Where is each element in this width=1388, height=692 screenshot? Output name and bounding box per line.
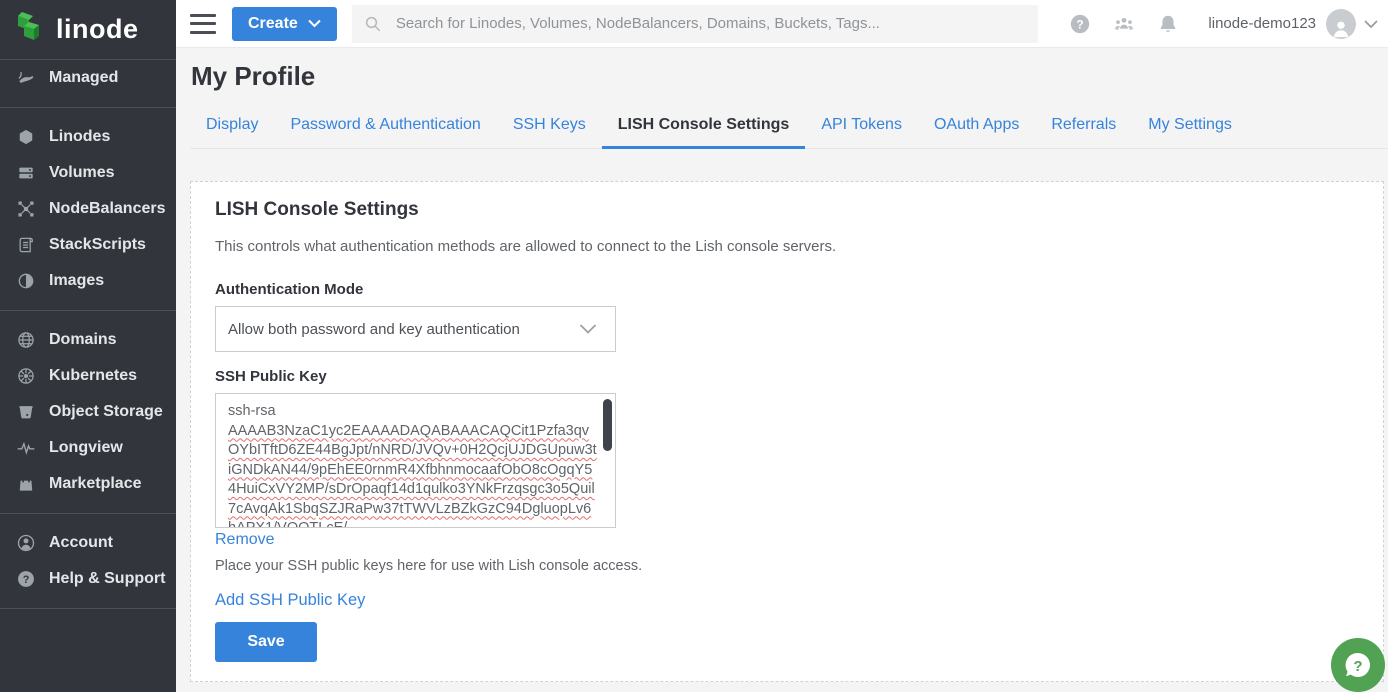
stackscripts-icon <box>14 233 38 257</box>
shopping-bag-icon <box>14 472 38 496</box>
images-icon <box>14 269 38 293</box>
tab-lish-console-settings[interactable]: LISH Console Settings <box>602 116 806 149</box>
add-ssh-public-key-link[interactable]: Add SSH Public Key <box>215 591 365 610</box>
auth-mode-select[interactable]: Allow both password and key authenticati… <box>215 306 616 352</box>
select-chevron-down-icon <box>579 320 597 338</box>
svg-text:?: ? <box>1353 658 1362 675</box>
sidebar-divider <box>0 608 176 609</box>
help-bubble-icon: ? <box>1341 648 1375 682</box>
menu-icon[interactable] <box>190 14 216 34</box>
ssh-public-key-textarea[interactable]: ssh-rsa AAAAB3NzaC1yc2EAAAADAQABAAACAQCi… <box>215 393 616 528</box>
sidebar-item-label: Volumes <box>49 164 115 182</box>
sidebar-item-stackscripts[interactable]: StackScripts <box>0 227 176 263</box>
sidebar-item-label: Images <box>49 272 104 290</box>
volumes-icon <box>14 161 38 185</box>
bucket-icon <box>14 400 38 424</box>
sidebar-item-help-support[interactable]: ? Help & Support <box>0 561 176 597</box>
avatar[interactable] <box>1326 9 1356 39</box>
nodebalancers-icon <box>14 197 38 221</box>
username[interactable]: linode-demo123 <box>1208 15 1316 32</box>
sidebar-divider <box>0 513 176 514</box>
managed-hand-icon <box>14 66 38 90</box>
pulse-icon <box>14 436 38 460</box>
sidebar-divider <box>0 107 176 108</box>
remove-key-link[interactable]: Remove <box>215 531 275 549</box>
tab-my-settings[interactable]: My Settings <box>1132 116 1248 149</box>
sidebar-item-label: Linodes <box>49 128 110 146</box>
auth-mode-selected-value: Allow both password and key authenticati… <box>228 321 520 338</box>
sidebar-item-label: Help & Support <box>49 570 165 588</box>
sidebar-item-nodebalancers[interactable]: NodeBalancers <box>0 191 176 227</box>
svg-text:?: ? <box>1077 17 1084 31</box>
sidebar-divider <box>0 310 176 311</box>
sidebar-item-label: Managed <box>49 69 118 87</box>
tab-oauth-apps[interactable]: OAuth Apps <box>918 116 1035 149</box>
sidebar-item-label: Marketplace <box>49 475 142 493</box>
profile-tabs: Display Password & Authentication SSH Ke… <box>190 104 1388 149</box>
panel-description: This controls what authentication method… <box>215 238 1359 255</box>
linode-logo-text: linode <box>56 14 139 45</box>
create-button-label: Create <box>248 15 298 33</box>
notifications-bell-icon[interactable] <box>1155 11 1181 37</box>
account-icon <box>14 531 38 555</box>
create-button[interactable]: Create <box>232 7 337 41</box>
search-bar[interactable] <box>352 5 1039 43</box>
sidebar-item-images[interactable]: Images <box>0 263 176 299</box>
help-fab-button[interactable]: ? <box>1331 638 1385 692</box>
tab-display[interactable]: Display <box>190 116 274 149</box>
chevron-down-icon <box>308 19 321 28</box>
sidebar-item-label: Domains <box>49 331 117 349</box>
sidebar-item-volumes[interactable]: Volumes <box>0 155 176 191</box>
kubernetes-wheel-icon <box>14 364 38 388</box>
panel-heading: LISH Console Settings <box>215 199 1359 221</box>
linode-logo[interactable]: linode <box>0 0 176 60</box>
sidebar-item-label: Longview <box>49 439 123 457</box>
sidebar-item-kubernetes[interactable]: Kubernetes <box>0 358 176 394</box>
tab-api-tokens[interactable]: API Tokens <box>805 116 918 149</box>
sidebar-item-account[interactable]: Account <box>0 525 176 561</box>
top-header: Create ? linode-demo123 <box>176 0 1388 48</box>
ssh-key-body: AAAAB3NzaC1yc2EAAAADAQABAAACAQCit1Pzfa3q… <box>228 423 597 529</box>
ssh-key-prefix: ssh-rsa <box>228 403 279 419</box>
sidebar-item-label: Kubernetes <box>49 367 137 385</box>
sidebar-item-label: Account <box>49 534 113 552</box>
save-button[interactable]: Save <box>215 622 317 662</box>
sidebar-item-marketplace[interactable]: Marketplace <box>0 466 176 502</box>
svg-text:?: ? <box>23 574 30 586</box>
tab-ssh-keys[interactable]: SSH Keys <box>497 116 602 149</box>
sidebar-item-object-storage[interactable]: Object Storage <box>0 394 176 430</box>
sidebar-item-label: NodeBalancers <box>49 200 166 218</box>
ssh-key-helper-text: Place your SSH public keys here for use … <box>215 558 1359 574</box>
sidebar: linode Managed Linodes Volumes <box>0 0 176 692</box>
sidebar-item-managed[interactable]: Managed <box>0 60 176 96</box>
sidebar-item-longview[interactable]: Longview <box>0 430 176 466</box>
linode-logo-icon <box>13 10 47 49</box>
sidebar-item-label: StackScripts <box>49 236 146 254</box>
help-circle-icon: ? <box>14 567 38 591</box>
sidebar-item-label: Object Storage <box>49 403 163 421</box>
sidebar-item-domains[interactable]: Domains <box>0 322 176 358</box>
globe-icon <box>14 328 38 352</box>
main-content: My Profile Display Password & Authentica… <box>176 48 1388 692</box>
ssh-key-label: SSH Public Key <box>215 368 1359 385</box>
tab-password-authentication[interactable]: Password & Authentication <box>274 116 496 149</box>
account-menu-chevron-icon[interactable] <box>1364 17 1378 31</box>
auth-mode-label: Authentication Mode <box>215 281 1359 298</box>
lish-settings-panel: LISH Console Settings This controls what… <box>190 181 1384 682</box>
textarea-scrollbar-thumb[interactable] <box>603 399 612 451</box>
linode-cube-icon <box>14 125 38 149</box>
search-icon <box>364 15 382 33</box>
search-input[interactable] <box>396 15 1027 32</box>
tab-referrals[interactable]: Referrals <box>1035 116 1132 149</box>
page-title: My Profile <box>191 61 1388 92</box>
sidebar-item-linodes[interactable]: Linodes <box>0 119 176 155</box>
community-icon[interactable] <box>1111 11 1137 37</box>
help-icon[interactable]: ? <box>1067 11 1093 37</box>
